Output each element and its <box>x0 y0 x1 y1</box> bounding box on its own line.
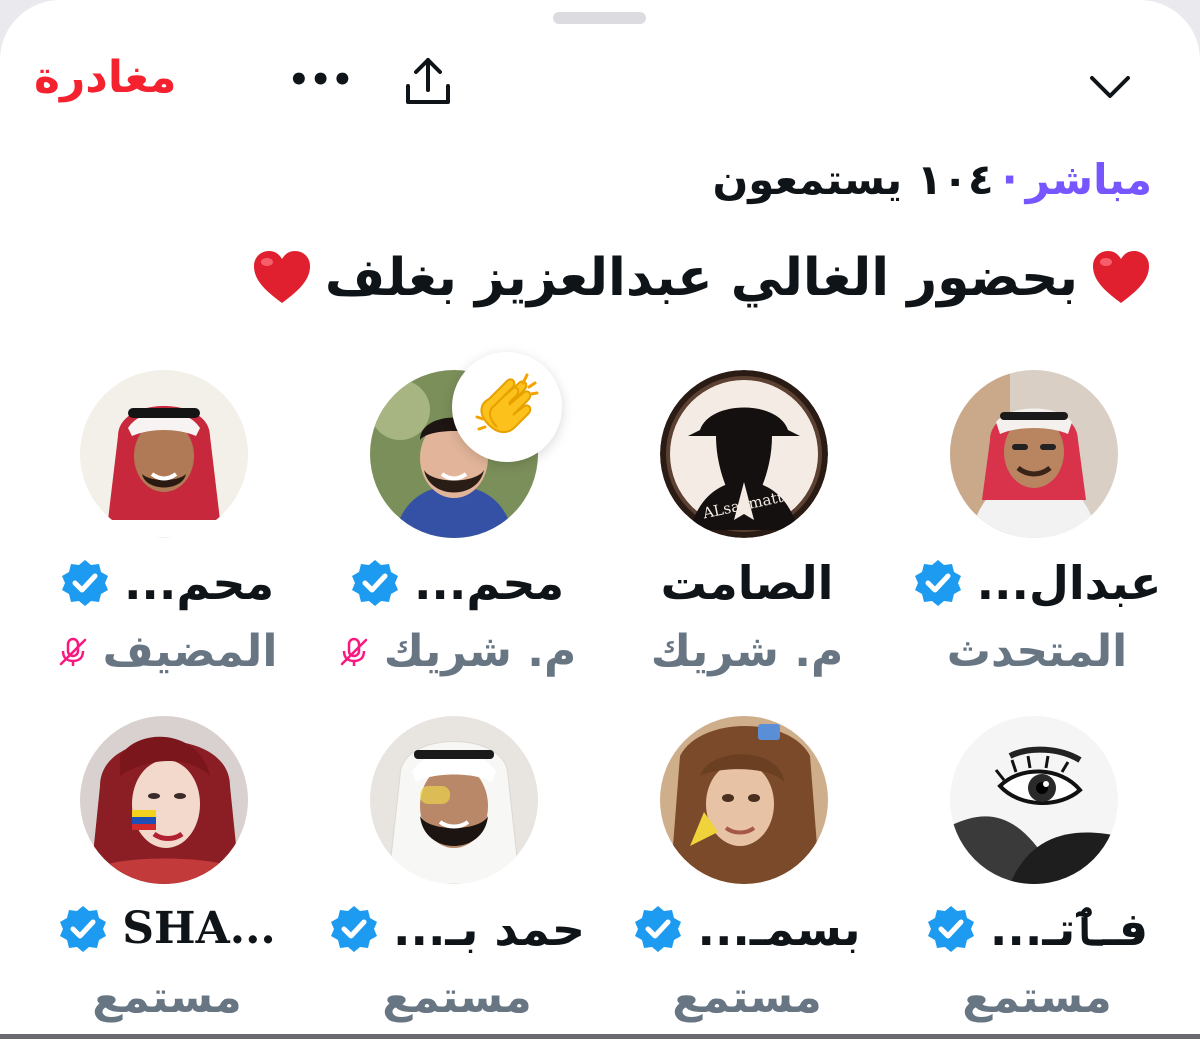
avatar[interactable] <box>660 716 828 884</box>
participant-name-row: محم... <box>312 548 602 618</box>
participant-role-row: المتحدث <box>892 614 1182 690</box>
participant-role: م. شريك <box>650 626 844 677</box>
participant-role: م. شريك <box>383 626 577 677</box>
participant-name-row: SHA... <box>22 894 312 964</box>
participant-role-row: م. شريك <box>602 614 892 690</box>
participant-card[interactable]: SHA... مستمع <box>22 716 312 1039</box>
participant-card[interactable]: ALsaamatt الصامت م. شريك <box>602 370 892 700</box>
verified-badge-icon <box>633 904 683 954</box>
participant-role: المتحدث <box>946 626 1128 677</box>
verified-badge-icon <box>913 558 963 608</box>
participant-name: الصامت <box>660 556 834 610</box>
participant-name: حمد بـ... <box>393 902 585 956</box>
avatar[interactable] <box>950 716 1118 884</box>
participant-role: مستمع <box>382 972 532 1023</box>
space-sheet: مغادرة ••• مباشر · ١٠٤ يستمعون بحضور الغ… <box>0 0 1200 1039</box>
participant-name: فـٱتـ... <box>989 902 1149 956</box>
participant-role-row: مستمع <box>22 960 312 1036</box>
avatar[interactable] <box>80 370 248 538</box>
verified-badge-icon <box>926 904 976 954</box>
verified-badge-icon <box>58 904 108 954</box>
verified-badge-icon <box>329 904 379 954</box>
participant-name-row: حمد بـ... <box>312 894 602 964</box>
avatar[interactable] <box>950 370 1118 538</box>
participant-role: مستمع <box>962 972 1112 1023</box>
participants-grid: عبدال... المتحدث ALsaamatt الصامت م. شري… <box>0 0 1200 1039</box>
participant-name-row: بسمـ... <box>602 894 892 964</box>
participant-name-row: محم... <box>22 548 312 618</box>
verified-badge-icon <box>350 558 400 608</box>
avatar[interactable] <box>370 716 538 884</box>
participant-name-row: الصامت <box>602 548 892 618</box>
participant-name: محم... <box>413 556 565 610</box>
participant-role: المضيف <box>102 626 278 677</box>
avatar[interactable] <box>80 716 248 884</box>
participant-name: عبدال... <box>976 556 1162 610</box>
participant-role-row: م. شريك <box>312 614 602 690</box>
participant-name: محم... <box>123 556 275 610</box>
participant-name: SHA... <box>122 903 276 954</box>
verified-badge-icon <box>60 558 110 608</box>
participant-card[interactable]: محم... المضيف <box>22 370 312 700</box>
participant-role: مستمع <box>92 972 242 1023</box>
participant-role-row: مستمع <box>892 960 1182 1036</box>
participant-card[interactable]: عبدال... المتحدث <box>892 370 1182 700</box>
clapping-hands-reaction-icon <box>452 352 562 462</box>
participant-card[interactable]: حمد بـ... مستمع <box>312 716 602 1039</box>
bottom-divider <box>0 1034 1200 1039</box>
participant-card[interactable]: بسمـ... مستمع <box>602 716 892 1039</box>
participant-role-row: المضيف <box>22 614 312 690</box>
mic-off-icon <box>57 636 89 668</box>
participant-role-row: مستمع <box>602 960 892 1036</box>
participant-name-row: فـٱتـ... <box>892 894 1182 964</box>
participant-name-row: عبدال... <box>892 548 1182 618</box>
participant-card[interactable]: فـٱتـ... مستمع <box>892 716 1182 1039</box>
mic-off-icon <box>338 636 370 668</box>
participant-role: مستمع <box>672 972 822 1023</box>
participant-name: بسمـ... <box>697 902 861 956</box>
avatar[interactable]: ALsaamatt <box>660 370 828 538</box>
participant-role-row: مستمع <box>312 960 602 1036</box>
